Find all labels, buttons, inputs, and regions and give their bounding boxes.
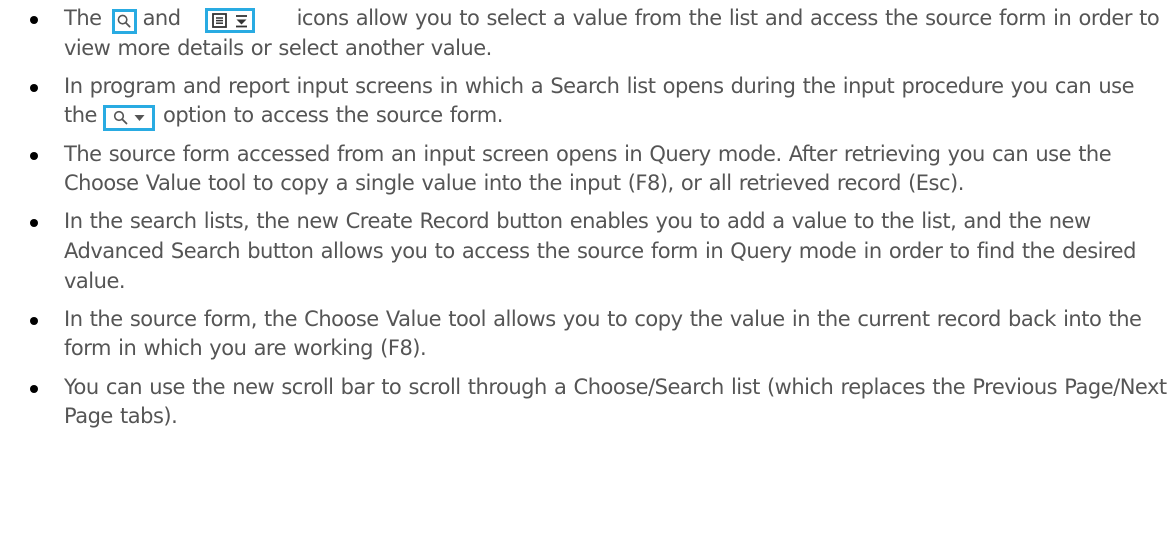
bullet-text: You can use the new scroll bar to scroll… xyxy=(64,374,1167,429)
list-expand-icon xyxy=(204,8,255,33)
bullet-dot xyxy=(30,384,38,393)
collapse-down-arrow-icon xyxy=(235,14,247,27)
bullet-text: In the source form, the Choose Value too… xyxy=(64,306,1142,361)
search-icon xyxy=(111,8,137,34)
bullet-text: In the search lists, the new Create Reco… xyxy=(64,209,1136,293)
bullet-text-mid: and xyxy=(142,6,182,30)
bullet-item-search-option: In program and report input screens in w… xyxy=(0,72,1170,131)
dropdown-triangle-icon xyxy=(134,114,145,121)
bullet-dot xyxy=(30,16,38,24)
list-document-icon xyxy=(211,13,227,28)
magnifier-icon xyxy=(113,111,128,125)
bullet-dot xyxy=(30,83,38,92)
bullet-item-scroll-bar: You can use the new scroll bar to scroll… xyxy=(0,373,1170,432)
bullet-text-pre: The xyxy=(64,6,102,30)
bullet-text: The source form accessed from an input s… xyxy=(64,141,1112,196)
bullet-dot xyxy=(30,219,38,228)
bullet-text-post: option to access the source form. xyxy=(162,103,503,128)
search-dropdown-icon xyxy=(102,104,155,131)
bullet-dot xyxy=(30,316,38,325)
bullet-list: The and icons allow you to select a valu… xyxy=(0,0,1170,440)
bullet-item-icons: The and icons allow you to select a valu… xyxy=(0,0,1170,63)
bullet-item-search-lists: In the search lists, the new Create Reco… xyxy=(0,207,1170,296)
bullet-item-choose-value: In the source form, the Choose Value too… xyxy=(0,305,1170,364)
bullet-item-query-mode: The source form accessed from an input s… xyxy=(0,140,1170,199)
bullet-dot xyxy=(30,151,38,160)
